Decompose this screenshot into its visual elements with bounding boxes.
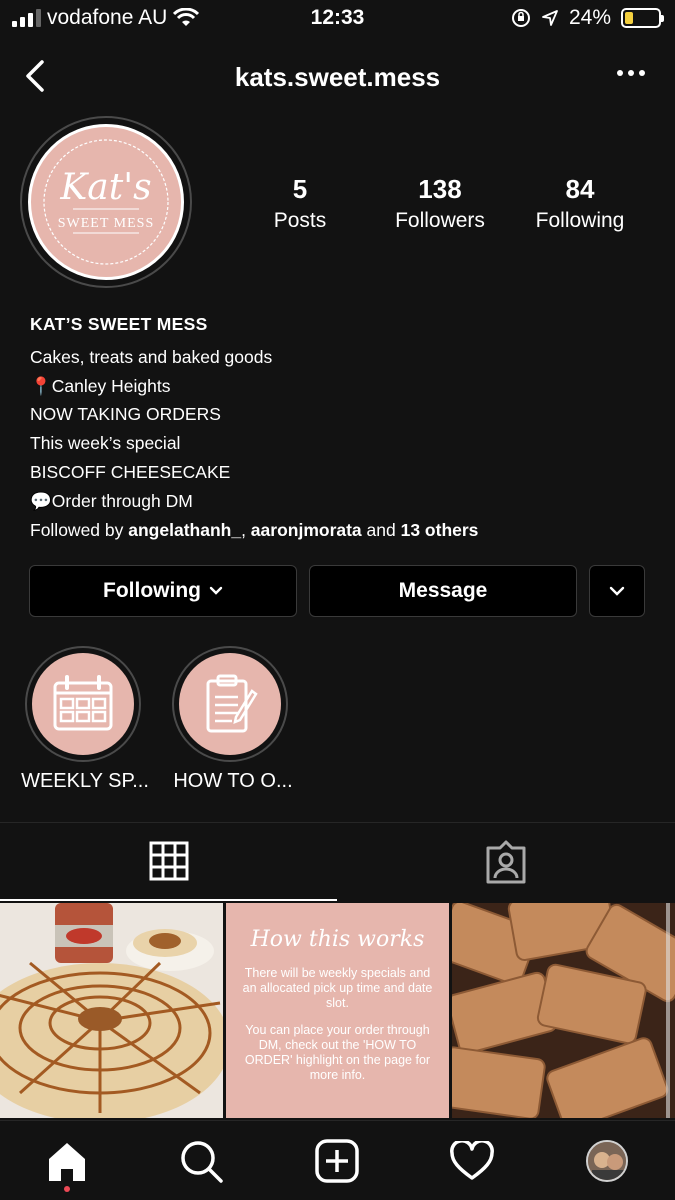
status-bar: vodafone AU 12:33 24%: [0, 0, 675, 40]
username-title: kats.sweet.mess: [234, 62, 441, 92]
bio-line: 📍Canley Heights: [30, 375, 171, 396]
post-text: You can place your order through DM, che…: [244, 1023, 431, 1082]
following-count: 84: [565, 174, 595, 204]
following-button-label: Following: [103, 579, 201, 602]
location-icon: [542, 10, 558, 26]
battery-icon: [621, 8, 664, 28]
following-label: Following: [535, 209, 625, 232]
highlight-label: HOW TO O...: [173, 770, 293, 792]
followed-sep: ,: [241, 519, 251, 540]
followed-by-prefix: Followed by: [30, 519, 129, 540]
heart-icon: [450, 1141, 494, 1180]
chevron-down-icon: [209, 586, 223, 595]
highlight-ring: [25, 646, 141, 762]
avatar: [586, 1140, 628, 1182]
others-link[interactable]: 13 others: [401, 520, 479, 540]
more-options-icon[interactable]: [617, 70, 645, 76]
highlight-label: WEEKLY SP...: [21, 770, 149, 792]
stat-followers[interactable]: 138 Followers: [370, 174, 510, 233]
battery-percent: 24%: [568, 6, 611, 29]
bottom-nav: [0, 1120, 675, 1200]
post-thumbnail[interactable]: [0, 903, 223, 1118]
profile-stats: 5 Posts 138 Followers 84 Following: [230, 174, 650, 233]
post-grid: How this works There will be weekly spec…: [0, 903, 675, 1118]
following-button[interactable]: Following: [29, 565, 297, 617]
message-button-label: Message: [398, 579, 488, 602]
plus-square-icon: [315, 1139, 359, 1183]
display-name: KAT’S SWEET MESS: [30, 314, 208, 334]
svg-text:Kat's: Kat's: [59, 167, 151, 208]
followed-by[interactable]: Followed by angelathanh_, aaronjmorata a…: [30, 516, 650, 545]
nav-new-post[interactable]: [315, 1139, 359, 1183]
post-thumbnail[interactable]: How this works There will be weekly spec…: [226, 903, 449, 1118]
home-icon: [49, 1143, 85, 1181]
chevron-down-icon: [609, 586, 625, 596]
mutual-follower-link[interactable]: angelathanh_: [128, 520, 241, 540]
bio-line: 💬Order through DM: [30, 490, 193, 511]
followers-label: Followers: [395, 209, 485, 232]
bio-line: This week’s special: [30, 433, 181, 454]
mutual-follower-link[interactable]: aaronjmorata: [251, 520, 362, 540]
message-button[interactable]: Message: [309, 565, 577, 617]
suggested-dropdown-button[interactable]: [589, 565, 645, 617]
bio-line: Cakes, treats and baked goods: [30, 346, 273, 367]
svg-text:SWEET MESS: SWEET MESS: [58, 216, 154, 231]
profile-tabs: [0, 822, 675, 902]
brand-logo: Kat's SWEET MESS: [43, 139, 169, 265]
user-avatar-icon: [588, 1142, 626, 1180]
tab-tagged[interactable]: [337, 823, 674, 901]
followers-count: 138: [418, 174, 462, 204]
stat-posts[interactable]: 5 Posts: [230, 174, 370, 233]
highlight-cover: [32, 653, 134, 755]
stat-following[interactable]: 84 Following: [510, 174, 650, 233]
post-text: There will be weekly specials and an all…: [242, 966, 433, 1010]
calendar-icon: [53, 675, 113, 731]
nav-home[interactable]: [45, 1139, 89, 1183]
tagged-person-icon: [486, 840, 525, 884]
status-right: 24%: [511, 6, 664, 30]
grid-icon: [149, 841, 188, 881]
post-title: How this works: [250, 927, 425, 952]
nav-activity[interactable]: [450, 1139, 494, 1183]
story-highlight[interactable]: HOW TO O...: [172, 646, 293, 793]
highlight-cover: [179, 653, 281, 755]
profile-header: kats.sweet.mess: [0, 48, 675, 104]
tab-grid[interactable]: [0, 823, 337, 901]
clipboard-icon: [206, 674, 258, 733]
nav-profile[interactable]: [585, 1139, 629, 1183]
posts-count: 5: [292, 174, 308, 204]
bio-line: BISCOFF CHEESECAKE: [30, 461, 231, 482]
search-icon: [181, 1141, 223, 1183]
followed-and: and: [361, 519, 401, 540]
biscuits-photo: [452, 903, 675, 1118]
post-thumbnail[interactable]: [452, 903, 675, 1118]
rotation-lock-icon: [511, 9, 530, 27]
profile-bio: KAT’S SWEET MESS Cakes, treats and baked…: [30, 310, 650, 544]
story-highlight[interactable]: WEEKLY SP...: [21, 646, 149, 793]
nav-search[interactable]: [179, 1139, 223, 1183]
highlight-ring: [172, 646, 288, 762]
posts-label: Posts: [273, 209, 327, 232]
cheesecake-photo: [0, 903, 223, 1118]
notification-dot: [64, 1186, 70, 1192]
profile-avatar[interactable]: Kat's SWEET MESS: [28, 124, 184, 280]
bio-line: NOW TAKING ORDERS: [30, 404, 221, 425]
